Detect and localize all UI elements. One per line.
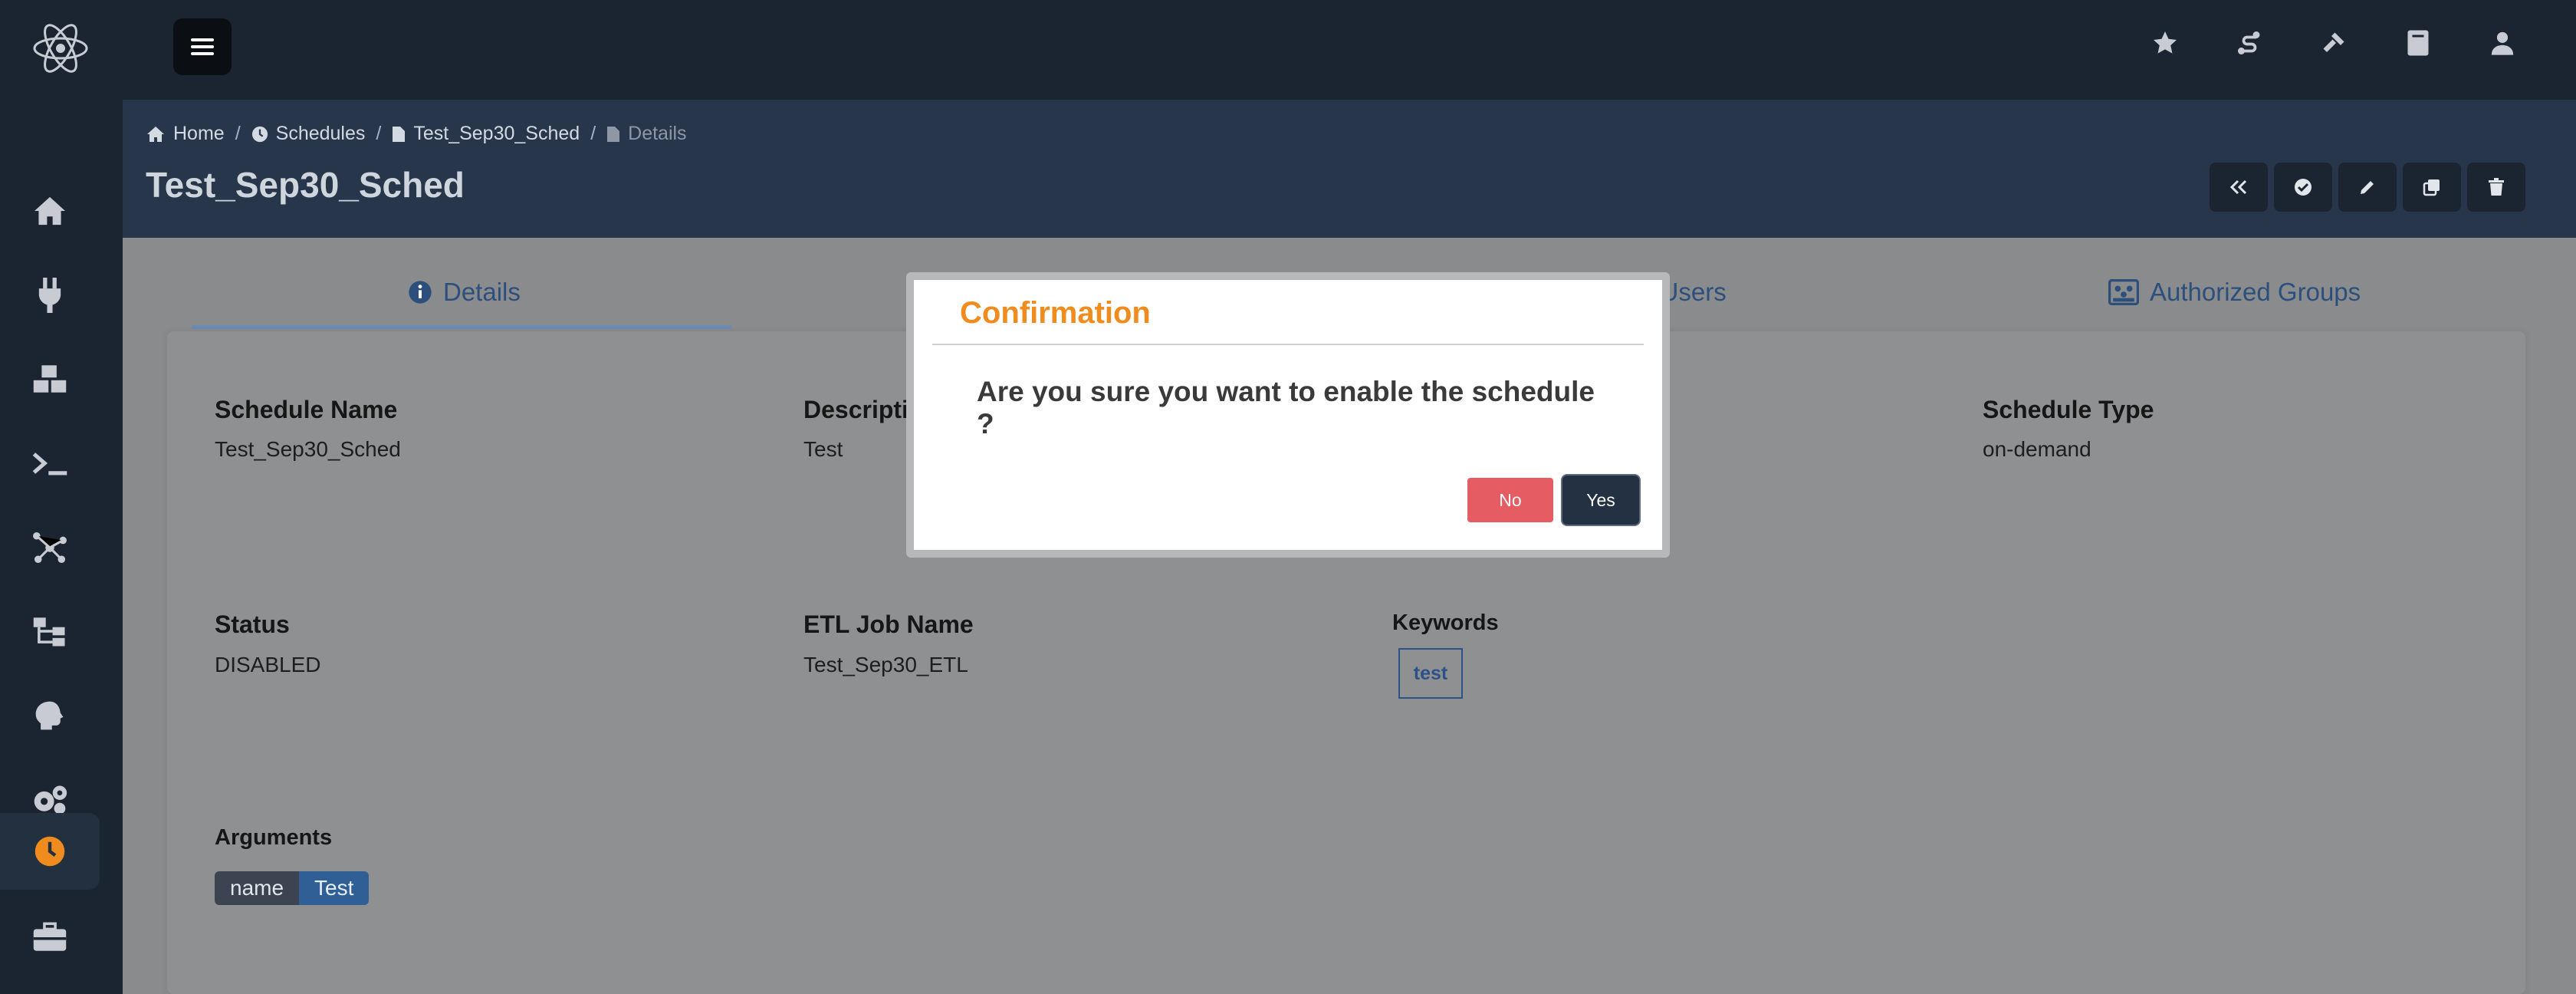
edit-button[interactable] [2338,163,2397,212]
info-circle-icon [409,281,432,304]
tab-active-indicator [192,325,731,329]
book-icon[interactable] [2390,23,2446,63]
yes-button[interactable]: Yes [1562,476,1639,525]
network-icon[interactable] [0,509,100,586]
arguments-label: Arguments [215,825,333,850]
etl-job-name-label: ETL Job Name [803,611,974,638]
enable-button[interactable] [2274,163,2332,212]
copy-icon [2423,179,2440,196]
keywords-label: Keywords [1392,611,1499,635]
schedule-name-value: Test_Sep30_Sched [215,437,401,461]
terminal-icon[interactable] [0,425,100,502]
boxes-icon[interactable] [0,341,100,417]
header-actions [2210,163,2525,212]
breadcrumb-separator: / [590,123,596,144]
atom-logo-icon[interactable] [31,17,90,80]
file-icon [393,126,406,142]
keyword-badge: test [1398,648,1463,699]
star-icon[interactable] [2137,23,2193,63]
copy-button[interactable] [2403,163,2461,212]
clock-icon[interactable] [0,813,100,890]
sidebar [0,100,123,994]
breadcrumb-schedule-label: Test_Sep30_Sched [413,123,580,144]
argument-badge: name Test [215,871,370,905]
breadcrumb-home-label: Home [173,123,225,144]
clock-icon [251,126,268,142]
breadcrumb-separator: / [376,123,382,144]
briefcase-icon[interactable] [0,899,100,976]
breadcrumb-schedule[interactable]: Test_Sep30_Sched [392,123,580,145]
status-label: Status [215,611,290,638]
argument-value: Test [299,871,370,905]
brain-icon[interactable] [0,677,100,754]
breadcrumb-schedules-label: Schedules [275,123,366,144]
delete-button[interactable] [2467,163,2525,212]
menu-toggle-button[interactable] [173,18,232,75]
modal-title: Confirmation [960,296,1151,330]
file-icon [607,126,620,142]
breadcrumb-current: Details [606,123,687,145]
modal-message: Are you sure you want to enable the sche… [977,376,1613,440]
etl-job-name-value: Test_Sep30_ETL [803,653,968,676]
description-label: Descripti [803,396,909,423]
pencil-icon [2361,181,2374,194]
page-header [123,100,2576,238]
modal-message-line2: ? [977,408,994,439]
workflow-icon[interactable] [0,593,100,670]
modal-message-line1: Are you sure you want to enable the sche… [977,376,1595,407]
no-button[interactable]: No [1467,478,1553,522]
home-icon [147,126,164,142]
top-actions [2137,23,2530,63]
argument-name: name [215,871,300,905]
home-icon[interactable] [0,173,100,249]
user-icon[interactable] [2475,23,2530,63]
hamburger-icon [191,38,214,55]
tab-authorized-groups-label: Authorized Groups [2150,278,2361,306]
breadcrumb-schedules[interactable]: Schedules [251,123,366,145]
modal-divider [932,344,1644,345]
breadcrumb-home[interactable]: Home [146,123,225,145]
breadcrumb-current-label: Details [628,123,687,144]
tab-authorized-groups[interactable]: Authorized Groups [2108,278,2361,307]
trash-icon [2489,178,2504,196]
page-title: Test_Sep30_Sched [146,165,465,205]
schedule-type-label: Schedule Type [1983,396,2154,423]
breadcrumb-separator: / [235,123,241,144]
schedule-type-value: on-demand [1983,437,2091,461]
tab-details-label: Details [443,278,521,306]
route-icon[interactable] [2222,23,2277,63]
plug-icon[interactable] [0,257,100,334]
back-button[interactable] [2210,163,2268,212]
hammer-icon[interactable] [2306,23,2361,63]
description-value: Test [803,437,843,461]
tab-details[interactable]: Details [408,278,521,307]
angle-double-left-icon [2229,179,2247,195]
groups-icon [2108,279,2139,305]
check-circle-icon [2295,179,2312,196]
breadcrumb: Home / Schedules / Test_Sep30_Sched / De… [146,123,687,145]
status-value: DISABLED [215,653,321,676]
schedule-name-label: Schedule Name [215,396,398,423]
